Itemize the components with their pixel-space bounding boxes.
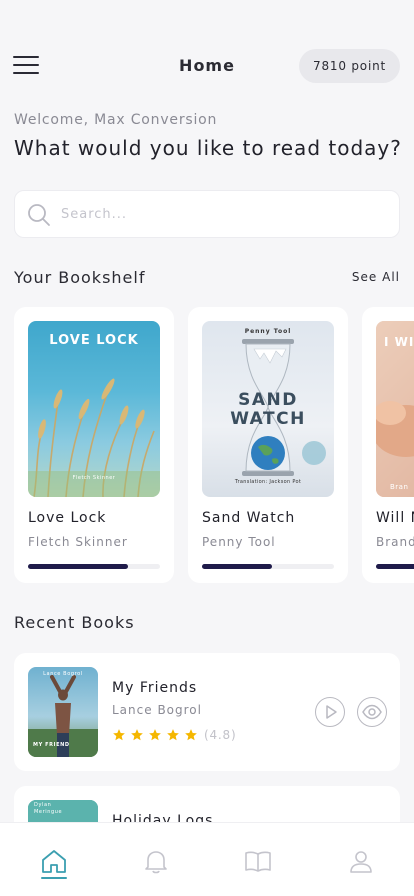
see-all-link[interactable]: See All <box>352 270 400 284</box>
star-rating: (4.8) <box>112 728 236 742</box>
bookshelf-title: Your Bookshelf <box>14 268 146 287</box>
welcome-text: Welcome, Max Conversion <box>14 112 218 128</box>
book-thumbnail[interactable]: Lance Bogrol MY FRIEND <box>28 667 98 757</box>
star-icon <box>113 729 125 741</box>
book-title: Love Lock <box>28 510 107 526</box>
star-icon <box>185 729 197 741</box>
reading-progress-bar <box>28 564 160 569</box>
book-title: Sand Watch <box>202 510 296 526</box>
active-tab-indicator <box>41 877 67 879</box>
bottom-navigation <box>0 822 414 896</box>
bookshelf-carousel[interactable]: LOVE LOCK Fletch Skinner Love Lock Fletc… <box>14 307 414 583</box>
progress-fill <box>28 564 129 569</box>
cover-footer: Translation: Jackson Pot <box>234 479 302 485</box>
book-author: Brand <box>376 535 414 549</box>
book-cover[interactable]: I WI Bran <box>376 321 414 497</box>
bell-icon[interactable] <box>142 847 170 875</box>
book-cover[interactable]: Penny Tool SAND WATCH Translation: Jacks… <box>202 321 334 497</box>
thumb-title: MY FRIEND <box>33 742 70 748</box>
cover-author: Fletch Skinner <box>72 475 116 481</box>
cover-title: I WI <box>384 335 414 349</box>
search-input[interactable] <box>61 191 381 237</box>
book-card-sand-watch[interactable]: Penny Tool SAND WATCH Translation: Jacks… <box>188 307 348 583</box>
book-title: My Friends <box>112 680 198 696</box>
play-button[interactable] <box>315 697 345 727</box>
home-icon[interactable] <box>40 847 68 875</box>
rating-value: (4.8) <box>204 728 237 742</box>
thumb-author: Lance Bogrol <box>43 671 83 677</box>
recent-book-card[interactable]: Lance Bogrol MY FRIEND My Friends Lance … <box>14 653 400 771</box>
search-icon <box>28 204 50 226</box>
progress-fill <box>202 564 272 569</box>
reading-progress-bar <box>376 564 414 569</box>
view-button[interactable] <box>357 697 387 727</box>
reading-progress-bar <box>202 564 334 569</box>
star-icon <box>149 729 161 741</box>
user-icon[interactable] <box>347 847 375 875</box>
search-bar[interactable] <box>14 190 400 238</box>
thumb-author: Dylan Meringue <box>34 802 63 815</box>
book-icon[interactable] <box>244 847 272 875</box>
app-header: Home 7810 point <box>0 46 414 86</box>
cover-title-line-2: WATCH <box>230 409 306 429</box>
book-author: Fletch Skinner <box>28 535 128 549</box>
book-cover[interactable]: LOVE LOCK Fletch Skinner <box>28 321 160 497</box>
cover-title-line-1: SAND <box>238 390 298 410</box>
book-author: Lance Bogrol <box>112 703 202 717</box>
star-icon <box>167 729 179 741</box>
cover-title: LOVE LOCK <box>49 333 139 348</box>
eye-icon <box>361 704 382 719</box>
progress-fill <box>376 564 414 569</box>
points-badge[interactable]: 7810 point <box>299 49 400 83</box>
book-card-will[interactable]: I WI Bran Will N Brand <box>362 307 414 583</box>
play-icon <box>325 704 337 719</box>
recent-books-title: Recent Books <box>14 613 135 632</box>
cover-author: Bran <box>390 483 409 491</box>
star-icon <box>131 729 143 741</box>
question-heading: What would you like to read today? <box>14 136 402 160</box>
book-author: Penny Tool <box>202 535 276 549</box>
book-card-love-lock[interactable]: LOVE LOCK Fletch Skinner Love Lock Fletc… <box>14 307 174 583</box>
cover-title: SAND WATCH <box>202 391 334 429</box>
book-title: Will N <box>376 510 414 526</box>
